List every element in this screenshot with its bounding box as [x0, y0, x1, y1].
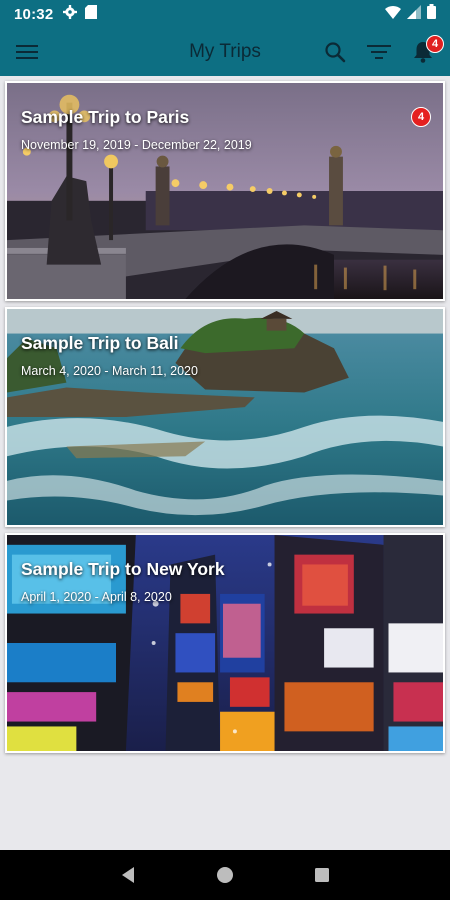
trip-dates: November 19, 2019 - December 22, 2019	[21, 138, 252, 152]
trip-title: Sample Trip to New York	[21, 559, 225, 579]
search-button[interactable]	[320, 37, 350, 67]
back-triangle-icon	[122, 867, 135, 883]
trip-dates: March 4, 2020 - March 11, 2020	[21, 364, 198, 378]
menu-button[interactable]	[12, 37, 42, 67]
home-circle-icon	[216, 867, 233, 883]
status-time: 10:32	[14, 5, 54, 23]
signal-icon	[407, 4, 421, 24]
status-bar: 10:32	[0, 0, 450, 28]
wifi-icon	[385, 5, 401, 24]
trip-dates: April 1, 2020 - April 8, 2020	[21, 590, 172, 604]
trip-list: Sample Trip to Paris November 19, 2019 -…	[0, 76, 450, 850]
notifications-button[interactable]: 4	[408, 35, 444, 67]
filter-icon	[367, 45, 391, 59]
trip-title: Sample Trip to Bali	[21, 333, 179, 353]
system-nav-bar	[0, 850, 450, 900]
back-button[interactable]	[108, 855, 148, 895]
app-bar: My Trips 4	[0, 28, 450, 76]
recents-button[interactable]	[302, 855, 342, 895]
app-bar-actions: 4	[320, 35, 444, 67]
notification-count-badge: 4	[426, 35, 444, 53]
sd-card-icon	[85, 4, 98, 24]
gear-icon	[63, 4, 78, 24]
home-button[interactable]	[205, 855, 245, 895]
trip-card-paris[interactable]: Sample Trip to Paris November 19, 2019 -…	[5, 81, 445, 301]
battery-icon	[427, 4, 436, 24]
filter-button[interactable]	[364, 37, 394, 67]
recents-square-icon	[314, 868, 329, 882]
trip-card-new-york[interactable]: Sample Trip to New York April 1, 2020 - …	[5, 533, 445, 753]
status-right-icons	[385, 4, 436, 24]
trip-card-bali[interactable]: Sample Trip to Bali March 4, 2020 - Marc…	[5, 307, 445, 527]
trip-badge: 4	[411, 107, 431, 127]
search-icon	[325, 42, 346, 63]
status-left-icons	[63, 4, 98, 24]
trip-title: Sample Trip to Paris	[21, 107, 190, 127]
hamburger-menu-icon	[16, 45, 38, 59]
